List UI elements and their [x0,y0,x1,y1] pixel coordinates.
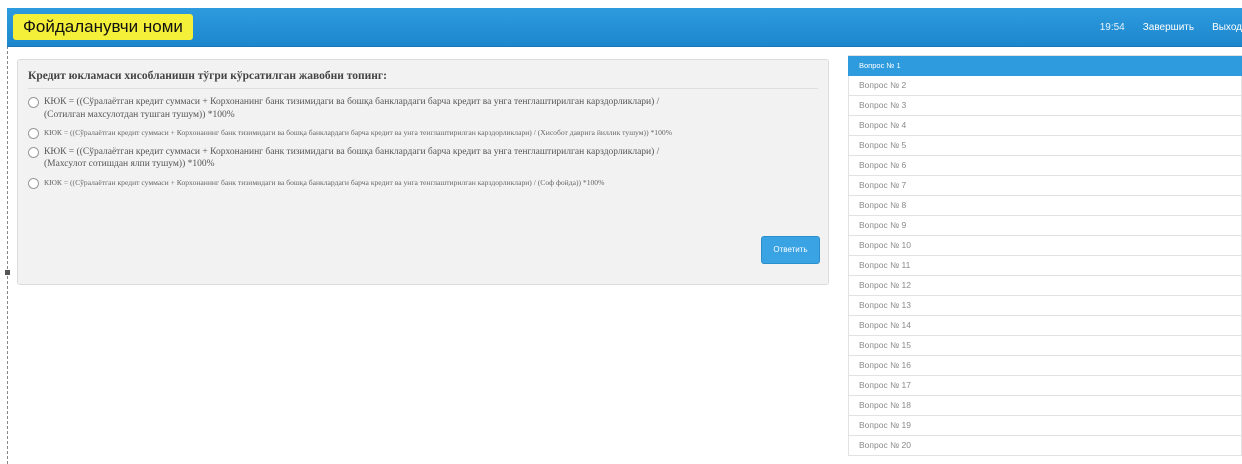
question-list-item[interactable]: Вопрос № 11 [848,256,1242,276]
question-list-item[interactable]: Вопрос № 2 [848,76,1242,96]
question-list-item[interactable]: Вопрос № 8 [848,196,1242,216]
radio-button[interactable] [28,128,39,139]
question-list-item[interactable]: Вопрос № 3 [848,96,1242,116]
answer-option[interactable]: КЮК = ((Сўралаётган кредит суммаси + Кор… [28,146,818,171]
answer-option[interactable]: КЮК = ((Сўралаётган кредит суммаси + Кор… [28,127,818,140]
question-list-item[interactable]: Вопрос № 20 [848,436,1242,456]
question-list-item[interactable]: Вопрос № 1 [848,56,1242,76]
radio-button[interactable] [28,97,39,108]
question-list-item[interactable]: Вопрос № 6 [848,156,1242,176]
question-list-item[interactable]: Вопрос № 10 [848,236,1242,256]
exit-link[interactable]: Выход [1212,22,1242,33]
question-list-item[interactable]: Вопрос № 12 [848,276,1242,296]
username-label: Фойдаланувчи номи [13,14,193,40]
question-panel: Кредит юкламаси хисобланишн тўгри кўрсат… [17,59,829,285]
finish-link[interactable]: Завершить [1143,22,1194,33]
answer-text: КЮК = ((Сўралаётган кредит суммаси + Кор… [44,177,605,187]
question-list-item[interactable]: Вопрос № 18 [848,396,1242,416]
question-list-item[interactable]: Вопрос № 16 [848,356,1242,376]
submit-answer-button[interactable]: Ответить [761,236,820,264]
question-list-item[interactable]: Вопрос № 17 [848,376,1242,396]
question-list-item[interactable]: Вопрос № 19 [848,416,1242,436]
answer-option[interactable]: КЮК = ((Сўралаётган кредит суммаси + Кор… [28,96,818,121]
question-title: Кредит юкламаси хисобланишн тўгри кўрсат… [28,70,818,89]
navbar-right: 19:54 Завершить Выход [1082,8,1242,46]
radio-button[interactable] [28,177,39,189]
question-list: Вопрос № 1 Вопрос № 2 Вопрос № 3 Вопрос № 4… [848,55,1242,456]
answer-option[interactable]: КЮК = ((Сўралаётган кредит суммаси + Кор… [28,177,818,190]
question-list-item[interactable]: Вопрос № 5 [848,136,1242,156]
page-left-border [7,46,8,464]
top-navbar: Фойдаланувчи номи 19:54 Завершить Выход [7,8,1242,47]
question-list-item[interactable]: Вопрос № 14 [848,316,1242,336]
question-list-item[interactable]: Вопрос № 7 [848,176,1242,196]
answer-options: КЮК = ((Сўралаётган кредит суммаси + Кор… [28,96,818,195]
resize-handle[interactable] [5,270,10,275]
answer-text: КЮК = ((Сўралаётган кредит суммаси + Кор… [44,128,673,137]
answer-text: КЮК = ((Сўралаётган кредит суммаси + Кор… [44,97,660,120]
question-list-item[interactable]: Вопрос № 4 [848,116,1242,136]
question-list-item[interactable]: Вопрос № 13 [848,296,1242,316]
question-list-item[interactable]: Вопрос № 15 [848,336,1242,356]
question-list-item[interactable]: Вопрос № 9 [848,216,1242,236]
radio-button[interactable] [28,146,39,158]
answer-text: КЮК = ((Сўралаётган кредит суммаси + Кор… [44,146,660,170]
timer-text: 19:54 [1099,21,1125,33]
